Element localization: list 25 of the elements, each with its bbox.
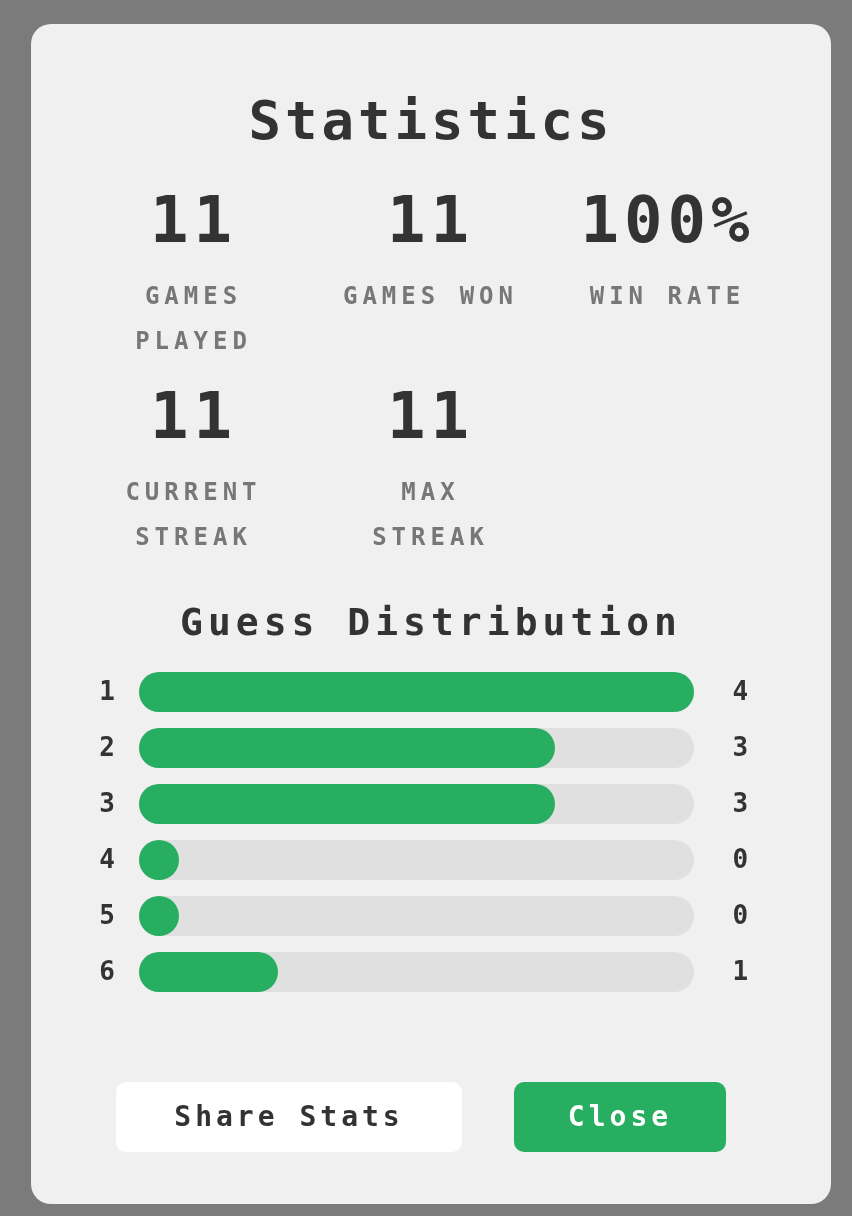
guess-number: 3 [98,787,116,821]
guess-count: 3 [731,731,750,765]
guess-count: 0 [731,843,750,877]
guess-number: 5 [98,899,116,933]
guess-count: 3 [731,787,750,821]
section-title: Guess Distribution [179,600,683,646]
stat-value: 11 [385,188,476,252]
stat-label: WIN RATE [588,281,747,312]
stat-value: 11 [385,384,476,448]
stat-label: MAX STREAK [371,477,490,553]
stat-label: GAMES WON [341,281,519,312]
guess-count: 0 [731,899,750,933]
stat-label: CURRENT STREAK [124,477,263,553]
guess-count: 1 [731,955,750,989]
guess-number: 1 [98,675,116,709]
stat-value: 11 [148,188,239,252]
stat-label: GAMES PLAYED [134,281,253,357]
guess-number: 6 [98,955,116,989]
dialog-title: Statistics [247,94,615,148]
stat-value: 100% [579,188,756,252]
share-button[interactable]: Share Stats [116,1081,462,1152]
stat-value: 11 [148,384,239,448]
guess-number: 2 [98,731,116,765]
guess-number: 4 [98,843,116,877]
guess-count: 4 [731,675,750,709]
